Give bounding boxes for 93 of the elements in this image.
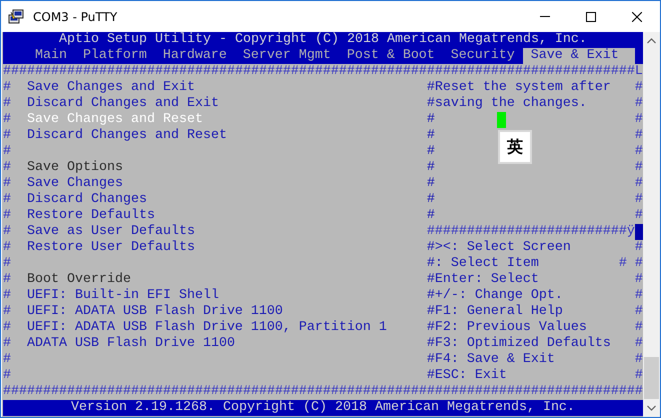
top-border-text: ###############################################################################L — [3, 64, 643, 79]
border-text: # — [3, 256, 11, 271]
section-heading: Save Options — [26, 160, 123, 175]
border-text: # — [3, 240, 11, 255]
border-text: # — [634, 288, 643, 303]
menu-option[interactable]: UEFI: Built-in EFI Shell — [26, 288, 219, 303]
help-text: #Enter: Select — [426, 272, 539, 287]
help-text: # — [426, 144, 435, 159]
menu-tab[interactable]: Hardware — [154, 48, 235, 64]
border-text: # — [3, 80, 11, 95]
bottom-border-text: ################################################################################ — [3, 384, 643, 399]
border-text: # — [3, 320, 11, 335]
border-text: # — [634, 208, 643, 223]
help-text: # — [426, 112, 435, 127]
scroll-up-icon[interactable] — [647, 38, 656, 44]
border-text: # — [3, 224, 11, 239]
border-text: # — [634, 320, 643, 335]
help-text: #ESC: Exit — [426, 368, 507, 383]
menu-tab[interactable]: Platform — [74, 48, 155, 64]
text-cursor — [497, 112, 506, 128]
border-text: # — [634, 176, 643, 191]
border-text: # — [634, 368, 643, 383]
help-text: # — [426, 160, 435, 175]
help-text: #F4: Save & Exit — [426, 352, 555, 367]
border-text: # — [3, 176, 11, 191]
menu-option[interactable]: Restore Defaults — [26, 208, 155, 223]
border-text: # — [3, 96, 11, 111]
border-text: # — [3, 368, 11, 383]
border-text: # — [634, 352, 643, 367]
close-icon — [632, 12, 642, 22]
help-text: # — [426, 192, 435, 207]
panel-divider-text: #########################ÿ — [426, 224, 635, 240]
menu-option[interactable]: UEFI: ADATA USB Flash Drive 1100, Partition 1 — [26, 320, 387, 335]
menu-tab[interactable]: Server Mgmt — [234, 48, 339, 64]
help-text: #Reset the system after — [426, 80, 611, 95]
menu-tab[interactable]: Post & Boot — [338, 48, 443, 64]
terminal-app-icon — [8, 8, 24, 24]
border-text: # — [634, 80, 643, 95]
menu-option[interactable]: Save Changes — [26, 176, 123, 191]
border-text: # — [3, 304, 11, 319]
border-text: # — [634, 112, 643, 127]
minimize-icon — [540, 16, 550, 17]
menu-option[interactable]: ADATA USB Flash Drive 1100 — [26, 336, 235, 351]
scrollbar[interactable] — [643, 32, 660, 417]
border-text: # — [3, 192, 11, 207]
border-text: # — [634, 160, 643, 175]
help-text: #><: Select Screen — [426, 240, 571, 255]
border-text: # — [3, 112, 11, 127]
menu-tab[interactable]: Security — [442, 48, 523, 64]
border-text: # — [634, 144, 643, 159]
menu-tab[interactable]: Main — [26, 48, 75, 64]
border-text: # — [3, 288, 11, 303]
border-text: # # — [618, 256, 643, 271]
scroll-indicator — [634, 224, 643, 240]
border-text: # — [634, 336, 643, 351]
border-text: # — [634, 240, 643, 255]
help-text: #F2: Previous Values — [426, 320, 587, 335]
help-text: # — [426, 128, 435, 143]
help-text: # — [426, 176, 435, 191]
help-text: #saving the changes. — [426, 96, 587, 111]
border-text: # — [3, 336, 11, 351]
menu-option[interactable]: Discard Changes — [26, 192, 147, 207]
maximize-icon — [586, 12, 596, 22]
menu-option[interactable]: Restore User Defaults — [26, 240, 195, 255]
help-text: #F3: Optimized Defaults — [426, 336, 611, 351]
help-text: #+/-: Change Opt. — [426, 288, 563, 303]
window-title: COM3 - PuTTY — [33, 10, 118, 24]
border-text: # — [634, 96, 643, 111]
border-text: # — [634, 304, 643, 319]
section-heading: Boot Override — [26, 272, 131, 287]
border-text: # — [3, 160, 11, 175]
footer-text: Version 2.19.1268. Copyright (C) 2018 American Megatrends, Inc. — [71, 400, 575, 416]
border-text: # — [634, 128, 643, 143]
menu-tab[interactable]: Save & Exit — [522, 48, 635, 64]
border-text: # — [3, 144, 11, 159]
help-text: # — [426, 208, 435, 223]
border-text: # — [3, 208, 11, 223]
header-text: Aptio Setup Utility - Copyright (C) 2018 American Megatrends, Inc. — [59, 32, 587, 48]
menu-option[interactable]: Save Changes and Exit — [26, 80, 195, 95]
scroll-thumb[interactable] — [644, 357, 659, 399]
border-text: # — [634, 272, 643, 287]
scroll-down-icon[interactable] — [647, 405, 656, 411]
border-text: # — [3, 128, 11, 143]
border-text: # — [634, 192, 643, 207]
border-text: # — [3, 352, 11, 367]
input-method-indicator: 英 — [498, 130, 532, 164]
menu-option[interactable]: Discard Changes and Exit — [26, 96, 219, 111]
menu-option[interactable]: Save as User Defaults — [26, 224, 195, 239]
border-text: # — [3, 272, 11, 287]
help-text: #: Select Item — [426, 256, 539, 271]
menu-option[interactable]: UEFI: ADATA USB Flash Drive 1100 — [26, 304, 283, 319]
menu-option[interactable]: Discard Changes and Reset — [26, 128, 227, 143]
help-text: #F1: General Help — [426, 304, 563, 319]
